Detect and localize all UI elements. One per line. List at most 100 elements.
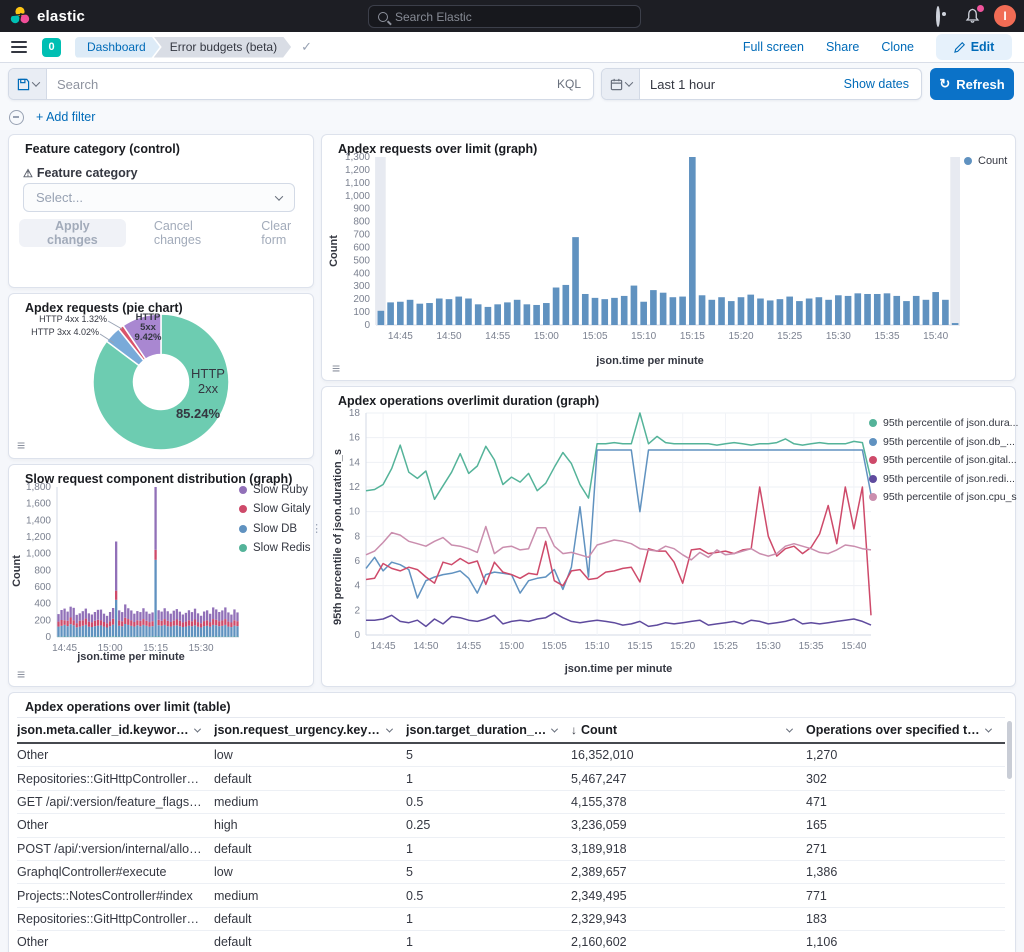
bar-segment[interactable]	[115, 600, 117, 637]
table-column-header[interactable]: Operations over specified threshold...	[806, 723, 1005, 737]
legend-item[interactable]: 95th percentile of json.dura...	[869, 417, 1018, 429]
bar-segment[interactable]	[154, 550, 156, 560]
line-series[interactable]	[366, 527, 871, 560]
bar-segment[interactable]	[154, 637, 156, 638]
bar-segment[interactable]	[188, 620, 190, 625]
bar-segment[interactable]	[182, 622, 184, 627]
bar-segment[interactable]	[127, 625, 129, 637]
bar-segment[interactable]	[157, 637, 159, 638]
panel-legend-list-icon[interactable]: ≡	[332, 361, 340, 375]
bar-segment[interactable]	[227, 622, 229, 627]
legend-item[interactable]: 95th percentile of json.gital...	[869, 454, 1018, 466]
chevron-down-icon[interactable]	[386, 725, 393, 732]
bar-segment[interactable]	[91, 627, 93, 637]
bar-segment[interactable]	[115, 542, 117, 591]
bar-segment[interactable]	[69, 618, 71, 625]
bar-segment[interactable]	[106, 623, 108, 627]
bar-segment[interactable]	[124, 624, 126, 637]
bar-segment[interactable]	[142, 608, 144, 619]
feature-category-select[interactable]: Select...	[23, 183, 295, 212]
bar-segment[interactable]	[154, 560, 156, 637]
bar-segment[interactable]	[97, 610, 99, 620]
bar-segment[interactable]	[63, 637, 65, 638]
bar-segment[interactable]	[233, 609, 235, 620]
bar-segment[interactable]	[115, 637, 117, 638]
panel-legend-list-icon[interactable]: ≡	[17, 438, 25, 452]
bar-segment[interactable]	[100, 620, 102, 625]
bar-segment[interactable]	[124, 637, 126, 638]
breadcrumb-dashboard[interactable]: Dashboard	[75, 37, 160, 58]
bar-segment[interactable]	[157, 625, 159, 636]
bar-segment[interactable]	[88, 622, 90, 627]
bar-segment[interactable]	[179, 612, 181, 621]
bar[interactable]	[504, 302, 511, 325]
legend-item[interactable]: Slow Redis⋮	[239, 542, 311, 555]
bar-segment[interactable]	[191, 612, 193, 621]
bar-segment[interactable]	[164, 619, 166, 625]
table-column-header[interactable]: ↓Count	[571, 723, 806, 737]
bar[interactable]	[786, 297, 793, 325]
bar-segment[interactable]	[200, 623, 202, 627]
stacked-bar-chart[interactable]: 02004006008001,0001,2001,4001,6001,80014…	[13, 479, 245, 665]
bar-segment[interactable]	[185, 613, 187, 622]
bar-segment[interactable]	[221, 610, 223, 620]
bar-segment[interactable]	[115, 591, 117, 600]
bar-segment[interactable]	[203, 612, 205, 622]
bar[interactable]	[923, 300, 930, 325]
bar-segment[interactable]	[109, 621, 111, 626]
bar[interactable]	[378, 311, 385, 325]
bar-segment[interactable]	[94, 621, 96, 626]
bar-segment[interactable]	[121, 626, 123, 636]
bar-segment[interactable]	[69, 624, 71, 637]
bar-segment[interactable]	[206, 620, 208, 625]
bar-segment[interactable]	[176, 620, 178, 626]
time-range-value[interactable]: Last 1 hour	[640, 69, 844, 99]
bar-segment[interactable]	[194, 625, 196, 636]
bar-segment[interactable]	[106, 628, 108, 637]
bar-segment[interactable]	[88, 627, 90, 637]
bar[interactable]	[543, 303, 550, 325]
bar[interactable]	[884, 293, 891, 325]
chevron-down-icon[interactable]	[985, 725, 992, 732]
bar-segment[interactable]	[191, 626, 193, 636]
bar-segment[interactable]	[176, 625, 178, 636]
bar-segment[interactable]	[136, 625, 138, 636]
bar-segment[interactable]	[233, 626, 235, 637]
bar-segment[interactable]	[127, 619, 129, 625]
bar-segment[interactable]	[97, 637, 99, 638]
clone-button[interactable]: Clone	[881, 40, 914, 54]
line-series[interactable]	[366, 413, 871, 499]
bar-segment[interactable]	[164, 625, 166, 637]
table-row[interactable]: Otherdefault12,160,6021,106	[17, 931, 1005, 952]
bar-segment[interactable]	[206, 610, 208, 620]
bar[interactable]	[767, 300, 774, 325]
bar-segment[interactable]	[103, 622, 105, 627]
bar-segment[interactable]	[164, 608, 166, 619]
bar-segment[interactable]	[112, 636, 114, 637]
table-column-header[interactable]: json.target_duration_s: Descending	[406, 723, 571, 737]
bar-segment[interactable]	[142, 625, 144, 637]
bar[interactable]	[485, 307, 492, 325]
bar[interactable]	[952, 323, 959, 325]
bar[interactable]	[757, 299, 764, 325]
legend-item[interactable]: Count	[964, 155, 1007, 167]
bar-segment[interactable]	[69, 607, 71, 618]
share-button[interactable]: Share	[826, 40, 859, 54]
bar-segment[interactable]	[79, 627, 81, 637]
bar[interactable]	[913, 296, 920, 325]
bar-segment[interactable]	[182, 627, 184, 637]
bar[interactable]	[854, 293, 861, 325]
bar-segment[interactable]	[57, 627, 59, 637]
add-filter-button[interactable]: + Add filter	[36, 110, 95, 124]
bar-segment[interactable]	[151, 621, 153, 626]
bar[interactable]	[426, 303, 433, 325]
bar-segment[interactable]	[60, 626, 62, 637]
bar[interactable]	[806, 299, 813, 325]
legend-item[interactable]: Slow Gitaly⋮	[239, 503, 311, 516]
bar-segment[interactable]	[66, 612, 68, 621]
bar-segment[interactable]	[66, 621, 68, 626]
legend-item[interactable]: 95th percentile of json.db_...	[869, 436, 1018, 448]
bar-segment[interactable]	[60, 610, 62, 620]
bar-segment[interactable]	[215, 609, 217, 619]
bar-segment[interactable]	[154, 487, 156, 550]
